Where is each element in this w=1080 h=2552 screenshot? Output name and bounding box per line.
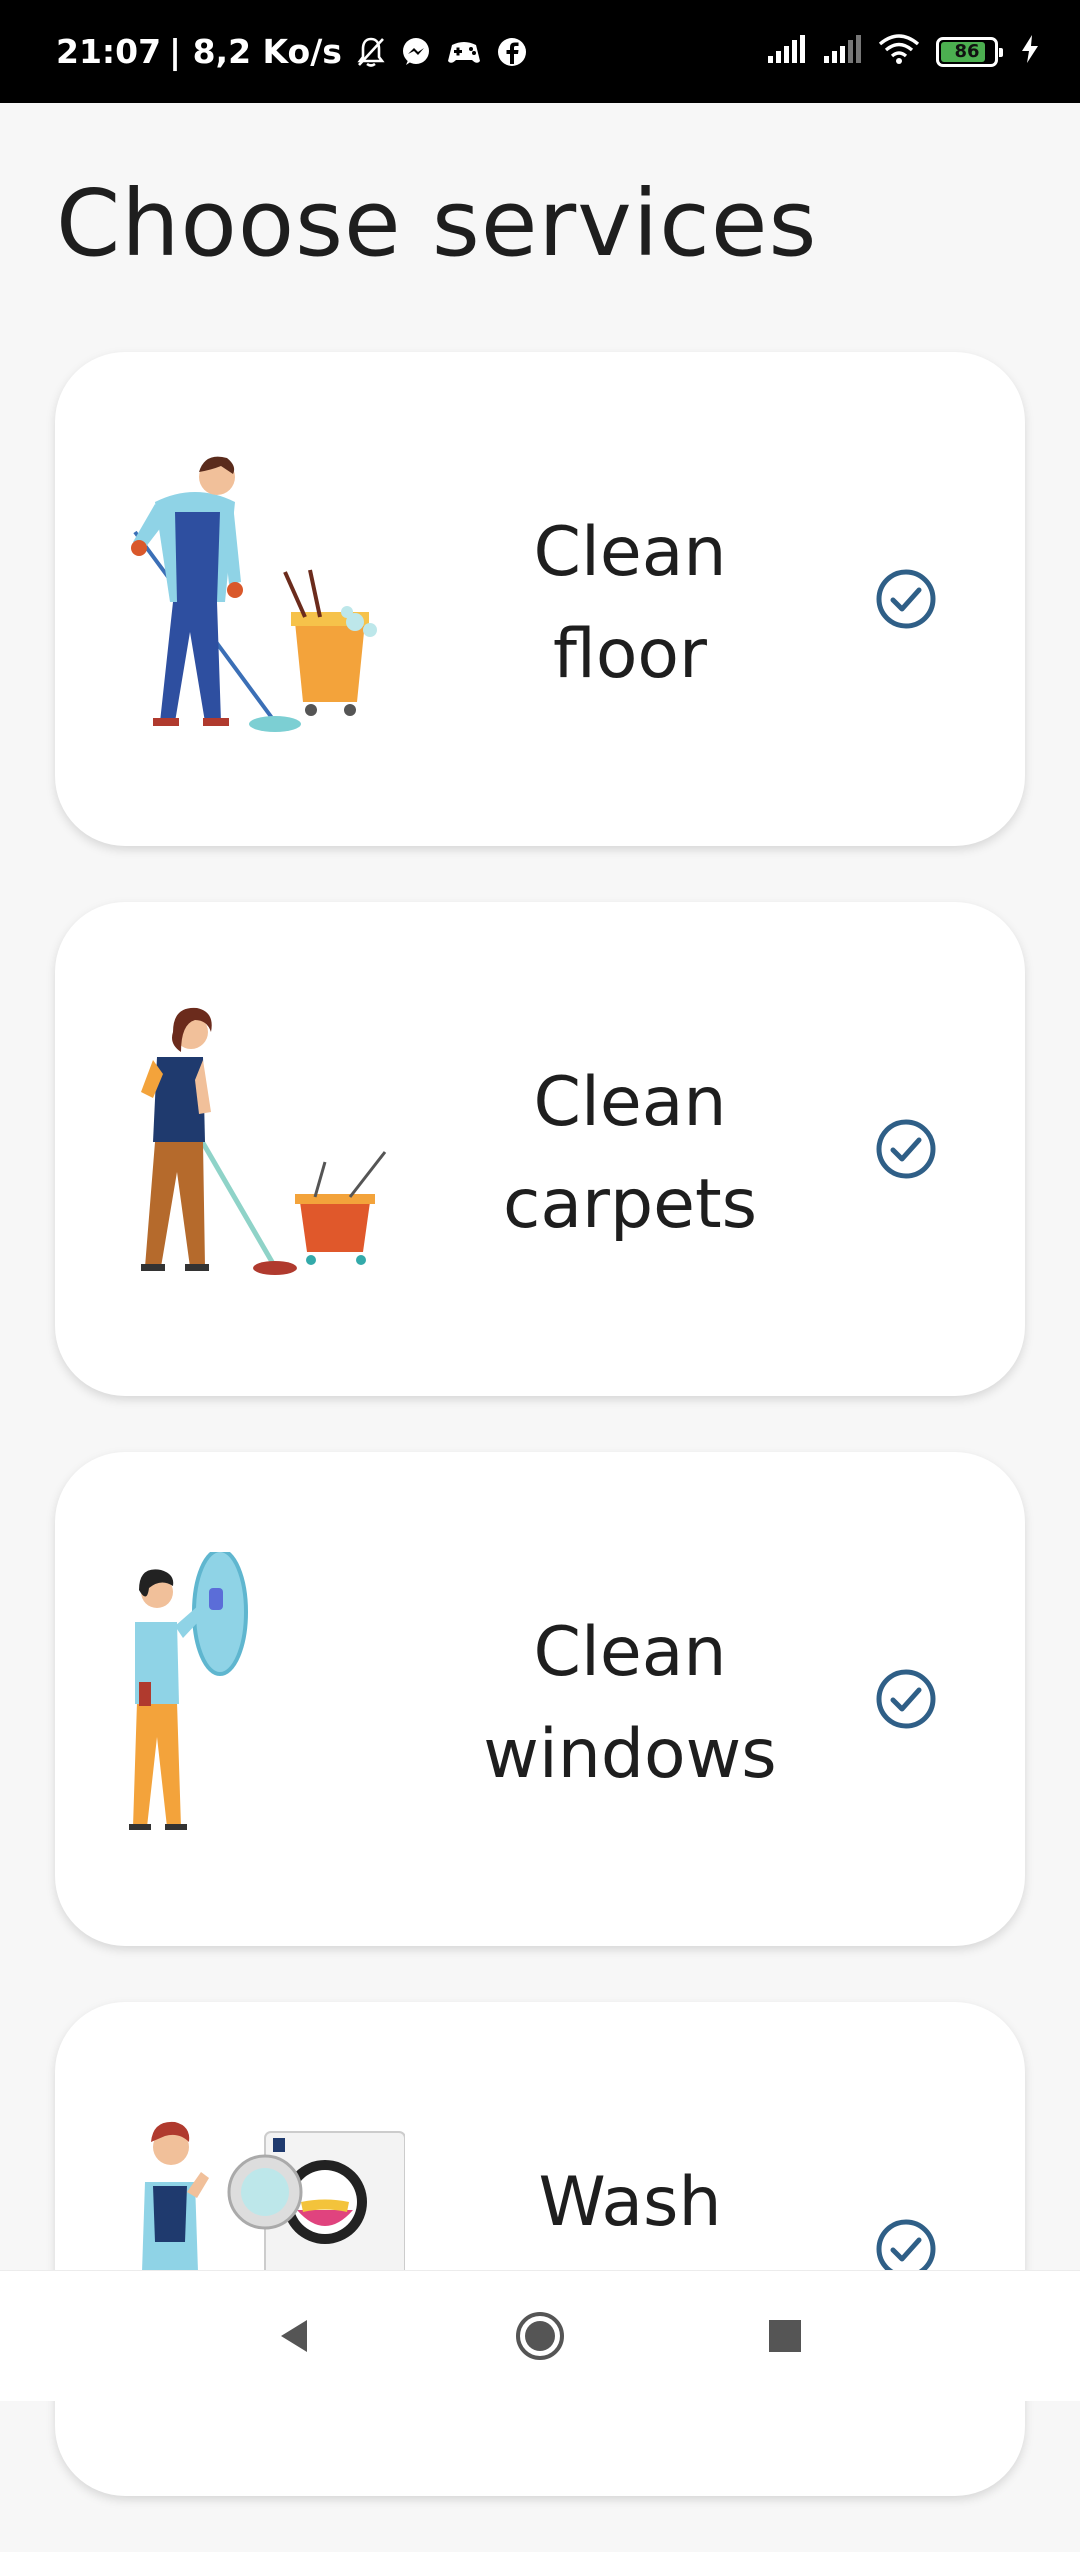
services-list: Clean floor Clean carpets Clean windows … <box>55 352 1025 2552</box>
service-card-wash[interactable]: Wash <box>55 2002 1025 2496</box>
gamepad-icon <box>446 37 482 67</box>
page-title: Choose services <box>56 170 818 277</box>
battery-level: 86 <box>954 41 980 62</box>
woman-mopping-illustration <box>141 1007 387 1275</box>
service-label: Clean windows <box>483 1613 777 1794</box>
woman-cleaning-window-illustration <box>129 1552 248 1830</box>
check-circle-icon[interactable] <box>875 1118 937 1180</box>
navigation-bar <box>0 2270 1080 2401</box>
service-label: Clean floor <box>533 513 727 694</box>
man-mopping-illustration <box>131 456 377 732</box>
battery-icon: 86 <box>936 36 1003 67</box>
status-right: 86 <box>766 33 1040 70</box>
back-icon[interactable] <box>265 2306 325 2366</box>
recents-icon[interactable] <box>755 2306 815 2366</box>
service-card-clean-floor[interactable]: Clean floor <box>55 352 1025 846</box>
status-bar: 21:07 | 8,2 Ko/s 86 <box>0 0 1080 103</box>
status-network-speed: | 8,2 Ko/s <box>169 32 342 71</box>
service-card-clean-windows[interactable]: Clean windows <box>55 1452 1025 1946</box>
service-label: Clean carpets <box>502 1063 758 1244</box>
check-circle-icon[interactable] <box>875 568 937 630</box>
status-left: 21:07 | 8,2 Ko/s <box>56 32 528 71</box>
charging-bolt-icon <box>1020 34 1040 69</box>
signal-icon <box>766 34 806 69</box>
signal-icon <box>822 34 862 69</box>
facebook-icon <box>496 36 528 68</box>
service-card-clean-carpets[interactable]: Clean carpets <box>55 902 1025 1396</box>
check-circle-icon[interactable] <box>875 1668 937 1730</box>
service-label: Wash <box>538 2163 722 2242</box>
status-time: 21:07 <box>56 32 162 71</box>
home-icon[interactable] <box>510 2306 570 2366</box>
mute-bell-icon <box>356 36 386 68</box>
wifi-icon <box>878 33 920 70</box>
messenger-icon <box>400 36 432 68</box>
